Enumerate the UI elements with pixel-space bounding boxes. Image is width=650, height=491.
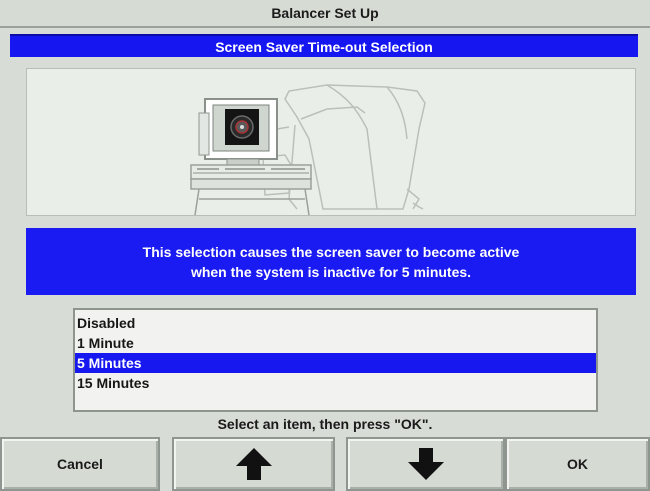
balancer-illustration [26, 68, 636, 216]
arrow-up-icon [235, 448, 272, 480]
move-down-button[interactable] [346, 437, 505, 491]
ok-button-label: OK [567, 456, 588, 472]
ok-button[interactable]: OK [505, 437, 650, 491]
balancer-setup-screen: Balancer Set Up Screen Saver Time-out Se… [0, 0, 650, 491]
info-message-line-1: This selection causes the screen saver t… [142, 244, 520, 260]
list-item-15-minutes[interactable]: 15 Minutes [75, 373, 596, 393]
timeout-options-list[interactable]: Disabled 1 Minute 5 Minutes 15 Minutes [73, 308, 598, 412]
cancel-button-label: Cancel [57, 456, 103, 472]
cancel-button[interactable]: Cancel [0, 437, 160, 491]
info-message: This selection causes the screen saver t… [26, 228, 636, 295]
move-up-button[interactable] [172, 437, 335, 491]
list-item-disabled[interactable]: Disabled [75, 313, 596, 333]
info-message-line-2: when the system is inactive for 5 minute… [190, 264, 472, 280]
list-item-1-minute[interactable]: 1 Minute [75, 333, 596, 353]
window-title: Balancer Set Up [0, 0, 650, 28]
list-item-5-minutes[interactable]: 5 Minutes [75, 353, 596, 373]
arrow-down-icon [407, 448, 444, 480]
balancer-machine-image [190, 84, 426, 215]
instruction-text: Select an item, then press "OK". [217, 416, 433, 432]
section-title: Screen Saver Time-out Selection [10, 34, 638, 57]
